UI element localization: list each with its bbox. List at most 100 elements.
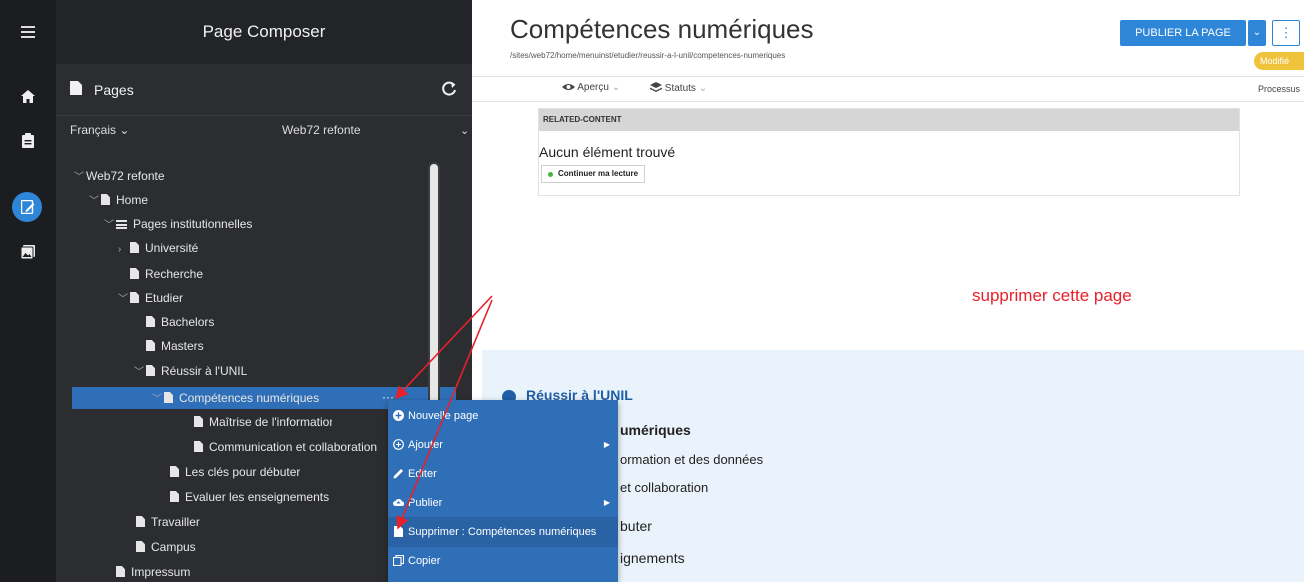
page-edit-icon[interactable]	[0, 187, 56, 227]
tree-item[interactable]: Communication et collaboration	[182, 435, 377, 459]
media-gallery-icon[interactable]	[0, 232, 56, 272]
preview-link[interactable]: ignements	[620, 550, 685, 566]
pages-icon	[70, 81, 82, 95]
page-icon	[164, 392, 173, 403]
continue-reading-label: Continuer ma lecture	[558, 169, 639, 178]
composer-title: Page Composer	[56, 0, 472, 64]
tree-item-label: Pages institutionnelles	[133, 217, 253, 231]
publish-dropdown-button[interactable]: ⌄	[1248, 20, 1266, 46]
eye-icon	[562, 84, 575, 90]
page-icon	[116, 566, 125, 577]
tree-item[interactable]: Evaluer les enseignements	[158, 485, 329, 509]
preview-link[interactable]: ormation et des données	[620, 452, 763, 467]
tree-item[interactable]: › Université	[118, 236, 198, 260]
chevron-down-icon[interactable]: ﹀	[89, 190, 101, 212]
preview-toolbar: Aperçu ⌄ Statuts ⌄ Processus	[472, 76, 1304, 102]
page-icon	[101, 194, 110, 205]
page-path: /sites/web72/home/menuinst/etudier/reuss…	[510, 51, 786, 60]
home-icon[interactable]	[0, 76, 56, 116]
chevron-right-icon[interactable]: ›	[118, 238, 130, 260]
statuses-button[interactable]: Statuts ⌄	[650, 82, 707, 94]
preview-label: Aperçu	[577, 82, 609, 93]
page-icon	[130, 242, 139, 253]
chevron-down-icon[interactable]: ﹀	[134, 361, 146, 383]
menu-item-label: Copier	[408, 555, 441, 567]
submenu-arrow-icon: ▶	[603, 440, 610, 449]
page-icon	[194, 416, 203, 427]
chevron-down-icon[interactable]: ﹀	[152, 388, 164, 410]
menu-item-label: Publier	[408, 497, 443, 509]
tree-item[interactable]: Travailler	[124, 510, 200, 534]
tree-item-label: Impressum	[131, 565, 191, 579]
page-icon	[136, 516, 145, 527]
chevron-down-icon[interactable]: ﹀	[118, 288, 130, 310]
tree-item-label: Réussir à l'UNIL	[161, 364, 248, 378]
layers-icon	[650, 82, 662, 92]
menu-item[interactable]: Publier ▶	[388, 488, 618, 518]
page-icon	[130, 268, 139, 279]
page-title: Compétences numériques	[510, 14, 814, 44]
tree-item[interactable]: Impressum	[104, 560, 190, 582]
status-badge: Modifié	[1254, 52, 1304, 70]
icon-rail	[0, 0, 56, 582]
preview-link[interactable]: et collaboration	[620, 480, 708, 495]
tree-item-label: Compétences numériques	[179, 391, 320, 405]
tree-item[interactable]: Bachelors	[134, 310, 214, 334]
menu-item[interactable]: Ajouter ▶	[388, 430, 618, 460]
refresh-icon[interactable]	[440, 80, 458, 98]
tree-item[interactable]: ﹀ Etudier	[118, 286, 183, 310]
tree-item[interactable]: Les clés pour débuter	[158, 460, 300, 484]
submenu-arrow-icon: ▶	[603, 498, 610, 507]
tree-item[interactable]: Recherche	[118, 262, 203, 286]
menu-item-label: Supprimer : Compétences numériques	[408, 526, 597, 538]
continue-reading-button[interactable]: Continuer ma lecture	[541, 165, 646, 183]
preview-button[interactable]: Aperçu ⌄	[562, 82, 620, 93]
tree-item-label: Recherche	[145, 267, 204, 281]
tree-item-label: Communication et collaboration	[209, 440, 378, 454]
tree-item[interactable]: Maîtrise de l'information et des d	[182, 410, 332, 434]
tree-item[interactable]: ﹀ Compétences numériques	[152, 386, 412, 410]
tree-item-label: Maîtrise de l'information et des d	[209, 415, 332, 429]
tree-item[interactable]: ﹀ Réussir à l'UNIL	[134, 359, 247, 383]
chevron-down-icon[interactable]: ⌄	[460, 124, 469, 137]
chevron-down-icon: ⌄	[611, 82, 621, 93]
statuses-label: Statuts	[664, 83, 696, 94]
page-icon	[170, 491, 179, 502]
tree-item[interactable]: Masters	[134, 334, 204, 358]
tree-item-label: Campus	[151, 540, 196, 554]
tree-item-label: Home	[116, 193, 149, 207]
menu-item[interactable]: Copier	[388, 546, 618, 576]
menu-item[interactable]: Nouvelle page	[388, 401, 618, 431]
list-icon	[116, 220, 127, 229]
tree-item-label: Bachelors	[161, 315, 215, 329]
site-select[interactable]: Web72 refonte	[282, 123, 361, 137]
chevron-down-icon[interactable]: ﹀	[104, 214, 116, 236]
process-label[interactable]: Processus	[1258, 84, 1300, 94]
menu-item[interactable]: Supprimer : Compétences numériques	[388, 517, 618, 547]
clipboard-icon[interactable]	[0, 120, 56, 160]
page-icon	[130, 292, 139, 303]
tree-item[interactable]: ﹀ Pages institutionnelles	[104, 212, 252, 236]
language-select[interactable]: Français ⌄	[70, 123, 129, 137]
pages-title: Pages	[94, 82, 134, 98]
related-content-header: RELATED-CONTENT	[539, 109, 1239, 131]
page-icon	[170, 466, 179, 477]
preview-heading: umériques	[620, 422, 691, 438]
publish-page-button[interactable]: PUBLIER LA PAGE	[1120, 20, 1246, 46]
menu-icon[interactable]	[0, 12, 56, 52]
more-actions-button[interactable]: ⋮	[1272, 20, 1300, 46]
tree-item[interactable]: Campus	[124, 535, 196, 559]
tree-item-label: Etudier	[145, 291, 184, 305]
tree-item-label: Les clés pour débuter	[185, 465, 301, 479]
tree-item[interactable]: ﹀ Web72 refonte	[74, 164, 165, 188]
context-menu: Nouvelle page Ajouter ▶ Editer Publier ▶ Suppr…	[388, 400, 618, 582]
tree-item-label: Evaluer les enseignements	[185, 490, 330, 504]
menu-item[interactable]: Editer	[388, 459, 618, 489]
page-icon	[146, 316, 155, 327]
preview-link[interactable]: buter	[620, 518, 652, 534]
tree-item-label: Université	[145, 241, 199, 255]
page-icon	[146, 365, 155, 376]
tree-item[interactable]: ﹀ Home	[89, 188, 148, 212]
tree-scrollbar-thumb[interactable]	[430, 164, 438, 424]
chevron-down-icon[interactable]: ﹀	[74, 166, 86, 188]
